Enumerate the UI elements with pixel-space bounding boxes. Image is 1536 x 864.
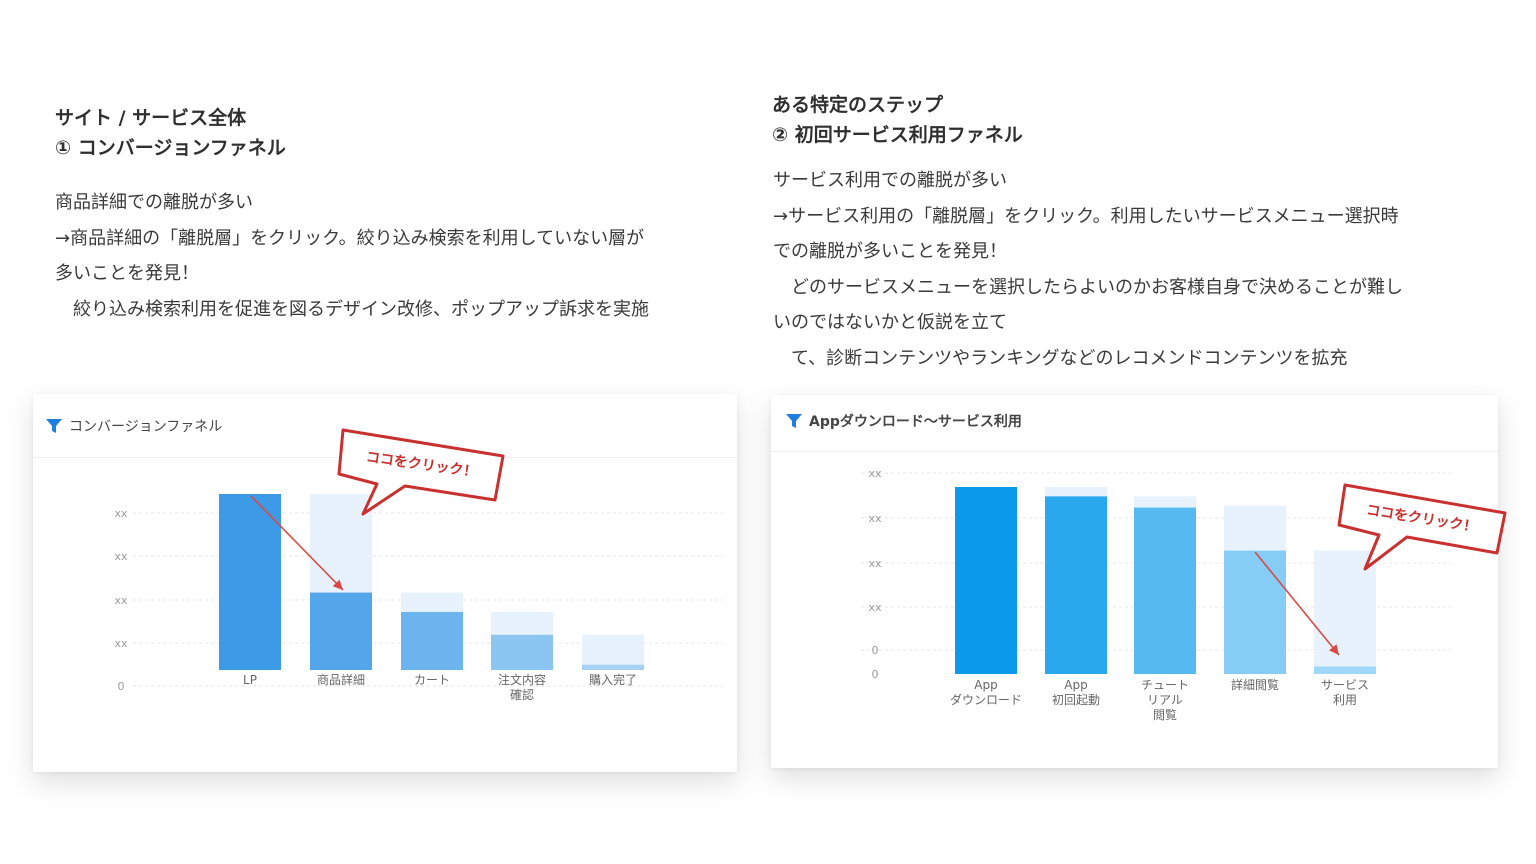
y-tick-label: xx xyxy=(114,594,128,607)
funnel-chart-service[interactable]: xxxxxxxx00App ダウンロードApp 初回起動チュートリアル閲覧詳細閲覧サ… xyxy=(771,395,1507,768)
left-description: 商品詳細での離脱が多い →商品詳細の「離脱層」をクリック。絞り込み検索を利用して… xyxy=(55,185,649,327)
x-category-label: 注文内容確認 xyxy=(498,672,546,702)
y-tick-label: xx xyxy=(114,637,128,650)
x-category-label-line: チュート xyxy=(1141,678,1189,692)
right-text-line: サービス利用での離脱が多い xyxy=(773,170,1007,191)
right-text-line: どのサービスメニューを選択したらよいのかお客様自身で決めることが難し xyxy=(773,276,1403,298)
x-category-label-line: リアル xyxy=(1147,693,1183,707)
x-category-label: LP xyxy=(243,673,257,687)
dropoff-bar[interactable] xyxy=(1134,496,1196,508)
funnel-bar[interactable] xyxy=(1224,550,1286,674)
right-description: サービス利用での離脱が多い →サービス利用の「離脱層」をクリック。利用したいサー… xyxy=(773,163,1403,376)
funnel-bar[interactable] xyxy=(219,494,281,670)
y-tick-label: 0 xyxy=(872,644,879,657)
funnel-bar[interactable] xyxy=(1314,666,1376,674)
x-category-label: App 初回起動 xyxy=(1052,678,1100,707)
y-tick-label: xx xyxy=(868,557,882,570)
right-heading: ある特定のステップ ② 初回サービス利用ファネル xyxy=(772,90,1023,150)
x-category-label-line: 閲覧 xyxy=(1153,708,1177,722)
right-text-line: いのではないかと仮説を立て xyxy=(773,312,1007,333)
left-text-line: 絞り込み検索利用を促進を図るデザイン改修、ポップアップ訴求を実施 xyxy=(55,298,649,320)
x-category-label: チュートリアル閲覧 xyxy=(1141,678,1189,722)
funnel-bar[interactable] xyxy=(491,634,553,670)
x-category-label: App ダウンロード xyxy=(950,678,1022,707)
left-text-line: 商品詳細での離脱が多い xyxy=(55,192,253,213)
funnel-bar[interactable] xyxy=(582,664,644,670)
service-funnel-card: Appダウンロード〜サービス利用 xx xx xx xx 0 0 App ダウンロード App 初… xyxy=(771,395,1507,768)
right-text-line: →サービス利用の「離脱層」をクリック。利用したいサービスメニュー選択時 xyxy=(773,205,1399,227)
dropoff-bar[interactable] xyxy=(401,592,463,612)
x-category-label: サービス利用 xyxy=(1321,678,1369,707)
dropoff-bar[interactable] xyxy=(1224,505,1286,551)
y-tick-label: xx xyxy=(868,601,882,614)
left-text-line: 多いことを発見！ xyxy=(55,263,199,284)
x-category-label-line: 初回起動 xyxy=(1052,693,1100,707)
x-category-label-line: カート xyxy=(414,673,450,687)
y-tick-label: xx xyxy=(868,467,882,480)
funnel-bar[interactable] xyxy=(955,487,1017,674)
x-category-label: 詳細閲覧 xyxy=(1231,677,1279,692)
funnel-bar[interactable] xyxy=(310,592,372,670)
conversion-funnel-card: コンバージョンファネル xx xx xx xx 0 LP 商品詳細 カート 注文内容確認 購入完了… xyxy=(33,394,737,772)
y-tick-label: xx xyxy=(868,512,882,525)
y-tick-label: xx xyxy=(114,550,128,563)
x-category-label-line: 商品詳細 xyxy=(317,672,365,687)
left-heading-line2: ① コンバージョンファネル xyxy=(55,137,286,159)
dropoff-bar[interactable] xyxy=(310,494,372,593)
x-category-label-line: 利用 xyxy=(1333,693,1357,707)
dropoff-bar[interactable] xyxy=(582,634,644,665)
funnel-bar[interactable] xyxy=(1134,507,1196,674)
x-category-label-line: ダウンロード xyxy=(950,692,1022,707)
x-category-label-line: サービス xyxy=(1321,678,1369,692)
dropoff-bar[interactable] xyxy=(491,611,553,635)
y-tick-label: 0 xyxy=(118,680,125,693)
x-category-label-line: 注文内容 xyxy=(498,672,546,687)
x-category-label: 商品詳細 xyxy=(317,672,365,687)
funnel-bar[interactable] xyxy=(1045,496,1107,674)
right-heading-line2: ② 初回サービス利用ファネル xyxy=(772,124,1023,146)
x-category-label: カート xyxy=(414,673,450,687)
y-tick-label: 0 xyxy=(872,668,879,681)
x-category-label-line: App xyxy=(974,678,997,692)
funnel-chart-conversion[interactable]: xxxxxxxx0 LP 商品詳細 カート 注文内容確認購入完了ココをクリック！ xyxy=(33,394,737,772)
x-category-label-line: 詳細閲覧 xyxy=(1231,677,1279,692)
right-heading-line1: ある特定のステップ xyxy=(772,94,944,116)
right-text-line: での離脱が多いことを発見！ xyxy=(773,241,1007,262)
x-category-label-line: LP xyxy=(243,673,257,687)
funnel-bar[interactable] xyxy=(401,611,463,670)
x-category-label-line: App xyxy=(1064,678,1087,692)
dropoff-bar[interactable] xyxy=(1045,487,1107,497)
left-heading-line1: サイト / サービス全体 xyxy=(55,107,247,129)
left-text-line: →商品詳細の「離脱層」をクリック。絞り込み検索を利用していない層が xyxy=(55,227,645,249)
x-category-label-line: 購入完了 xyxy=(589,672,637,687)
x-category-label-line: 確認 xyxy=(510,687,534,702)
x-category-label: 購入完了 xyxy=(589,672,637,687)
y-tick-label: xx xyxy=(114,507,128,520)
right-text-line: て、診断コンテンツやランキングなどのレコメンドコンテンツを拡充 xyxy=(773,347,1348,369)
left-heading: サイト / サービス全体 ① コンバージョンファネル xyxy=(55,103,286,163)
